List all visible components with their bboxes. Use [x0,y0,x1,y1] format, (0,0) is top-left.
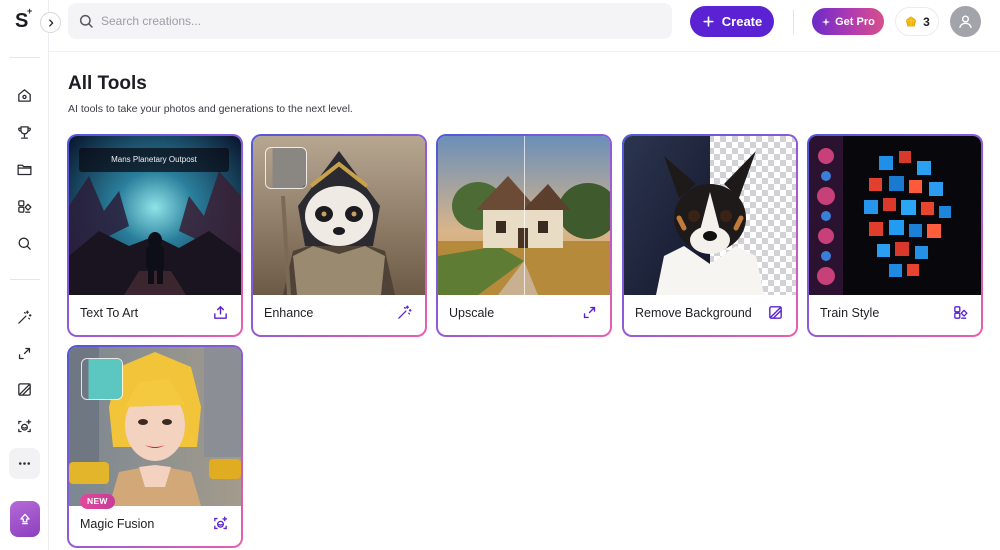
search-icon [79,14,93,28]
topbar-divider [793,10,794,34]
magic-wand-icon [18,310,32,324]
sidebar-item-remove-background[interactable] [9,374,40,405]
sidebar-item-challenges[interactable] [9,117,40,148]
magic-wand-icon [396,304,413,321]
arrow-up-icon [20,513,30,525]
get-pro-button[interactable]: Get Pro [812,8,884,35]
search-icon [18,237,31,250]
tool-label: Upscale [449,306,495,320]
sidebar-item-explore[interactable] [9,228,40,259]
sidebar-expand-button[interactable] [40,12,61,33]
more-dots-icon [18,462,31,465]
tool-card-enhance[interactable]: Enhance [251,134,427,337]
tool-card-magic-fusion[interactable]: NEW Magic Fusion [67,345,243,548]
face-scan-icon [18,419,32,433]
sidebar-item-home[interactable] [9,80,40,111]
expand-arrow-icon [581,304,598,321]
new-badge: NEW [80,494,115,509]
sparkle-icon [821,17,831,26]
plus-icon [703,16,714,27]
gem-icon [906,15,917,26]
tool-card-remove-background[interactable]: Remove Background [622,134,798,337]
trophy-icon [18,126,31,139]
page-subtitle: AI tools to take your photos and generat… [68,103,353,115]
train-style-icon [952,304,969,321]
home-icon [18,89,31,102]
sidebar-item-styles[interactable] [9,191,40,222]
create-button-label: Create [721,14,763,29]
tool-card-upscale[interactable]: Upscale [436,134,612,337]
folder-icon [17,164,32,176]
tool-image-magic-fusion [69,347,241,506]
sidebar-item-enhance[interactable] [9,302,40,333]
tool-card-text-to-art[interactable]: Mans Planetary Outpost Text To Art [67,134,243,337]
user-avatar[interactable] [950,6,981,37]
tool-image-remove-background [624,136,796,295]
tool-card-train-style[interactable]: Train Style [807,134,983,337]
magic-fusion-thumbnail [81,358,123,400]
credits-count: 3 [923,14,930,29]
search-input[interactable] [101,3,661,39]
remove-background-icon [18,383,31,396]
tool-label: Remove Background [635,306,752,320]
chevron-right-icon [48,18,53,27]
search-bar[interactable] [68,3,672,39]
tool-label: Enhance [264,306,314,320]
sidebar-item-magic-fusion[interactable] [9,411,40,442]
tool-image-train-style [809,136,981,295]
expand-arrow-icon [18,347,31,360]
tool-label: Text To Art [80,306,139,320]
top-bar: Create Get Pro 3 [49,0,1000,52]
face-scan-icon [212,515,229,532]
enhance-thumbnail [265,147,307,189]
tool-label: Train Style [820,306,880,320]
app-logo[interactable]: S + [15,6,32,33]
sidebar-item-collections[interactable] [9,154,40,185]
tool-label: Magic Fusion [80,517,155,531]
sidebar-upgrade-button[interactable] [10,501,40,537]
get-pro-label: Get Pro [835,15,875,28]
remove-background-icon [767,304,784,321]
logo-sparkle-icon: + [27,6,33,16]
styles-icon [18,200,32,213]
sidebar-divider [10,279,40,280]
sidebar: S + [0,0,49,550]
page-title: All Tools [68,73,147,94]
upload-tray-icon [212,304,229,321]
create-button[interactable]: Create [690,6,774,37]
text-to-art-banner: Mans Planetary Outpost [79,148,229,172]
credits-badge[interactable]: 3 [895,7,939,36]
tool-image-enhance [253,136,425,295]
tool-image-upscale [438,136,610,295]
sidebar-item-upscale[interactable] [9,338,40,369]
sidebar-divider [10,57,40,58]
sidebar-more-button[interactable] [9,448,40,479]
tool-image-text-to-art: Mans Planetary Outpost [69,136,241,295]
user-icon [959,15,972,29]
